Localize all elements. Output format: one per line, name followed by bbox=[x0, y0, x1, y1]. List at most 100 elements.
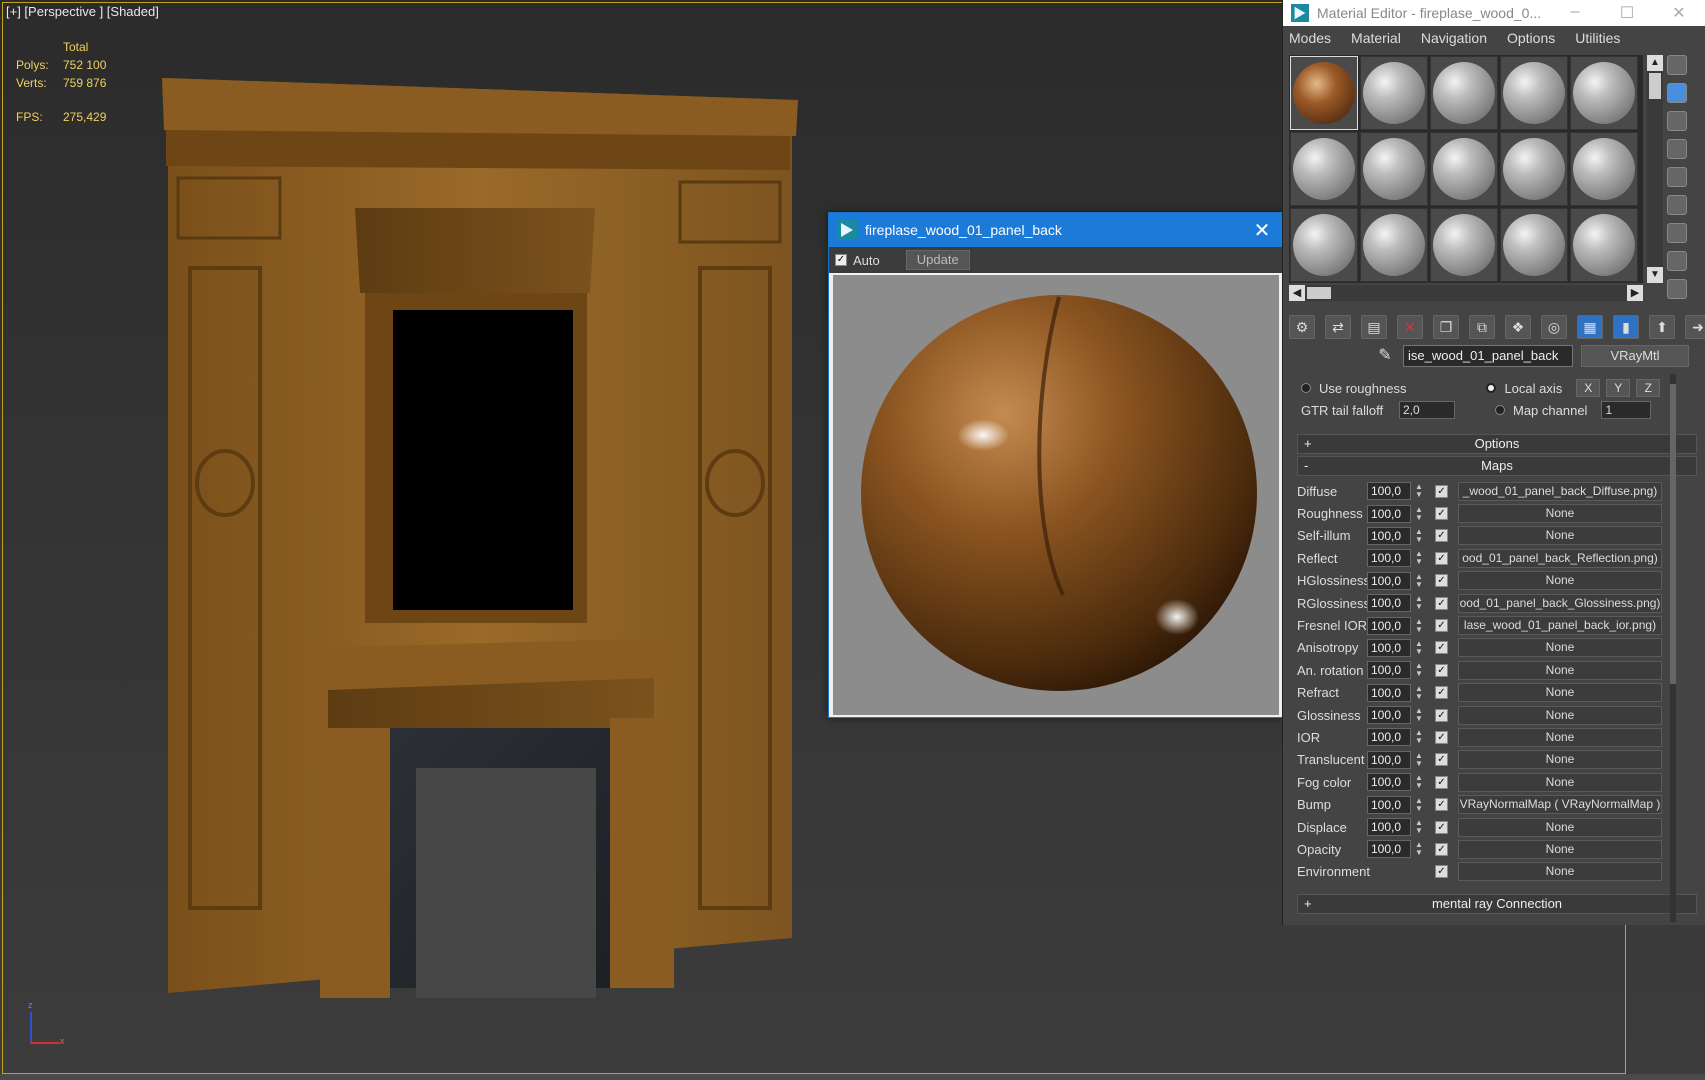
axis-x-button[interactable]: X bbox=[1576, 379, 1601, 397]
map-channel-spinner[interactable]: 1 bbox=[1601, 401, 1652, 419]
map-enable-checkbox[interactable]: ✓ bbox=[1435, 551, 1448, 565]
show-end-result-icon[interactable]: ▮ bbox=[1613, 315, 1639, 339]
fireplace-model[interactable] bbox=[160, 78, 800, 1008]
map-enable-checkbox[interactable]: ✓ bbox=[1435, 686, 1448, 700]
material-map-navigator-icon[interactable] bbox=[1667, 279, 1687, 299]
map-enable-checkbox[interactable]: ✓ bbox=[1435, 574, 1448, 588]
get-material-icon[interactable]: ⚙ bbox=[1289, 315, 1315, 339]
sample-slot[interactable] bbox=[1360, 56, 1428, 130]
options-icon[interactable] bbox=[1667, 223, 1687, 243]
map-amount-spinner[interactable]: 100,0 bbox=[1367, 795, 1411, 814]
map-enable-checkbox[interactable]: ✓ bbox=[1435, 865, 1448, 879]
slots-vertical-scrollbar[interactable]: ▲ ▼ bbox=[1647, 55, 1663, 283]
map-slot-button[interactable]: None bbox=[1458, 571, 1662, 591]
scroll-up-icon[interactable]: ▲ bbox=[1647, 55, 1663, 71]
make-copy-icon[interactable]: ❐ bbox=[1433, 315, 1459, 339]
menu-material[interactable]: Material bbox=[1351, 30, 1401, 46]
spinner-arrows-icon[interactable]: ▲ ▼ bbox=[1413, 527, 1425, 544]
map-slot-button[interactable]: None bbox=[1458, 772, 1662, 792]
sample-slot[interactable] bbox=[1500, 56, 1568, 130]
material-name-field[interactable]: ise_wood_01_panel_back bbox=[1403, 345, 1573, 367]
make-preview-icon[interactable] bbox=[1667, 195, 1687, 215]
reset-map-icon[interactable]: ✕ bbox=[1397, 315, 1423, 339]
sample-slot[interactable] bbox=[1290, 208, 1358, 282]
map-slot-button[interactable]: None bbox=[1458, 683, 1662, 703]
assign-to-selection-icon[interactable]: ▤ bbox=[1361, 315, 1387, 339]
map-amount-spinner[interactable]: 100,0 bbox=[1367, 773, 1411, 792]
material-preview-window[interactable]: fireplase_wood_01_panel_back ✕ ✓ Auto Up… bbox=[828, 212, 1283, 718]
show-shaded-map-icon[interactable]: ▦ bbox=[1577, 315, 1603, 339]
make-unique-icon[interactable]: ⧉ bbox=[1469, 315, 1495, 339]
map-enable-checkbox[interactable]: ✓ bbox=[1435, 641, 1448, 655]
map-amount-spinner[interactable]: 100,0 bbox=[1367, 616, 1411, 635]
material-editor-titlebar[interactable]: Material Editor - fireplase_wood_0... – … bbox=[1283, 0, 1705, 26]
parameters-scrollbar[interactable] bbox=[1670, 374, 1676, 922]
sample-slot[interactable] bbox=[1570, 208, 1638, 282]
scroll-right-icon[interactable]: ▶ bbox=[1627, 285, 1643, 301]
use-roughness-radio[interactable] bbox=[1301, 383, 1311, 393]
map-amount-spinner[interactable]: 100,0 bbox=[1367, 594, 1411, 613]
map-enable-checkbox[interactable]: ✓ bbox=[1435, 775, 1448, 789]
select-by-material-icon[interactable] bbox=[1667, 251, 1687, 271]
sample-slot[interactable] bbox=[1290, 132, 1358, 206]
spinner-arrows-icon[interactable]: ▲ ▼ bbox=[1413, 707, 1425, 723]
map-amount-spinner[interactable]: 100,0 bbox=[1367, 683, 1411, 702]
spinner-arrows-icon[interactable]: ▲ ▼ bbox=[1413, 572, 1425, 589]
sample-slot[interactable] bbox=[1500, 132, 1568, 206]
map-slot-button[interactable]: VRayNormalMap ( VRayNormalMap ) bbox=[1458, 795, 1662, 815]
map-amount-spinner[interactable]: 100,0 bbox=[1367, 818, 1411, 837]
menu-navigation[interactable]: Navigation bbox=[1421, 30, 1487, 46]
sample-slot[interactable] bbox=[1430, 56, 1498, 130]
close-icon[interactable]: ✕ bbox=[1653, 3, 1705, 23]
map-enable-checkbox[interactable]: ✓ bbox=[1435, 596, 1448, 610]
slots-horizontal-scrollbar[interactable]: ◀ ▶ bbox=[1289, 285, 1643, 301]
background-checker-icon[interactable] bbox=[1667, 111, 1687, 131]
sample-type-icon[interactable] bbox=[1667, 55, 1687, 75]
sample-slot[interactable] bbox=[1570, 56, 1638, 130]
sample-slot[interactable] bbox=[1500, 208, 1568, 282]
map-amount-spinner[interactable]: 100,0 bbox=[1367, 840, 1411, 859]
sample-slot[interactable] bbox=[1570, 132, 1638, 206]
spinner-arrows-icon[interactable]: ▲ ▼ bbox=[1413, 662, 1425, 678]
menu-modes[interactable]: Modes bbox=[1289, 30, 1331, 46]
map-amount-spinner[interactable]: 100,0 bbox=[1367, 661, 1411, 680]
minimize-icon[interactable]: – bbox=[1549, 3, 1601, 23]
gtr-spinner[interactable]: 2,0 bbox=[1399, 401, 1455, 419]
scroll-left-icon[interactable]: ◀ bbox=[1289, 285, 1305, 301]
auto-checkbox[interactable]: ✓ bbox=[835, 254, 847, 266]
update-button[interactable]: Update bbox=[905, 250, 970, 270]
map-enable-checkbox[interactable]: ✓ bbox=[1435, 730, 1448, 744]
map-amount-spinner[interactable]: 100,0 bbox=[1367, 571, 1411, 590]
spinner-arrows-icon[interactable]: ▲ ▼ bbox=[1413, 729, 1425, 745]
spinner-arrows-icon[interactable]: ▲ ▼ bbox=[1413, 841, 1425, 857]
spinner-arrows-icon[interactable]: ▲ ▼ bbox=[1413, 684, 1425, 701]
mental-ray-rollout[interactable]: + mental ray Connection bbox=[1297, 894, 1697, 914]
map-channel-radio[interactable] bbox=[1495, 405, 1505, 415]
map-slot-button[interactable]: None bbox=[1458, 526, 1662, 546]
map-slot-button[interactable]: None bbox=[1458, 638, 1662, 658]
spinner-arrows-icon[interactable]: ▲ ▼ bbox=[1413, 595, 1425, 611]
map-enable-checkbox[interactable]: ✓ bbox=[1435, 798, 1448, 812]
sample-slot[interactable] bbox=[1360, 208, 1428, 282]
spinner-arrows-icon[interactable]: ▲ ▼ bbox=[1413, 639, 1425, 656]
menu-utilities[interactable]: Utilities bbox=[1575, 30, 1620, 46]
map-slot-button[interactable]: None bbox=[1458, 817, 1662, 837]
local-axis-radio[interactable] bbox=[1486, 383, 1497, 393]
options-rollout[interactable]: + Options bbox=[1297, 434, 1697, 454]
axis-y-button[interactable]: Y bbox=[1606, 379, 1631, 397]
map-amount-spinner[interactable]: 100,0 bbox=[1367, 750, 1411, 769]
sample-slot[interactable] bbox=[1430, 132, 1498, 206]
sample-slot[interactable] bbox=[1430, 208, 1498, 282]
map-enable-checkbox[interactable]: ✓ bbox=[1435, 529, 1448, 543]
menu-options[interactable]: Options bbox=[1507, 30, 1555, 46]
map-slot-button[interactable]: None bbox=[1458, 727, 1662, 747]
map-slot-button[interactable]: ood_01_panel_back_Glossiness.png) bbox=[1458, 593, 1662, 613]
scroll-down-icon[interactable]: ▼ bbox=[1647, 267, 1663, 283]
map-slot-button[interactable]: None bbox=[1458, 839, 1662, 859]
viewport-label[interactable]: [+] [Perspective ] [Shaded] bbox=[6, 4, 159, 19]
map-slot-button[interactable]: ood_01_panel_back_Reflection.png) bbox=[1458, 548, 1662, 568]
spinner-arrows-icon[interactable]: ▲ ▼ bbox=[1413, 751, 1425, 768]
spinner-arrows-icon[interactable]: ▲ ▼ bbox=[1413, 617, 1425, 634]
maximize-icon[interactable]: ☐ bbox=[1601, 3, 1653, 23]
put-to-library-icon[interactable]: ❖ bbox=[1505, 315, 1531, 339]
